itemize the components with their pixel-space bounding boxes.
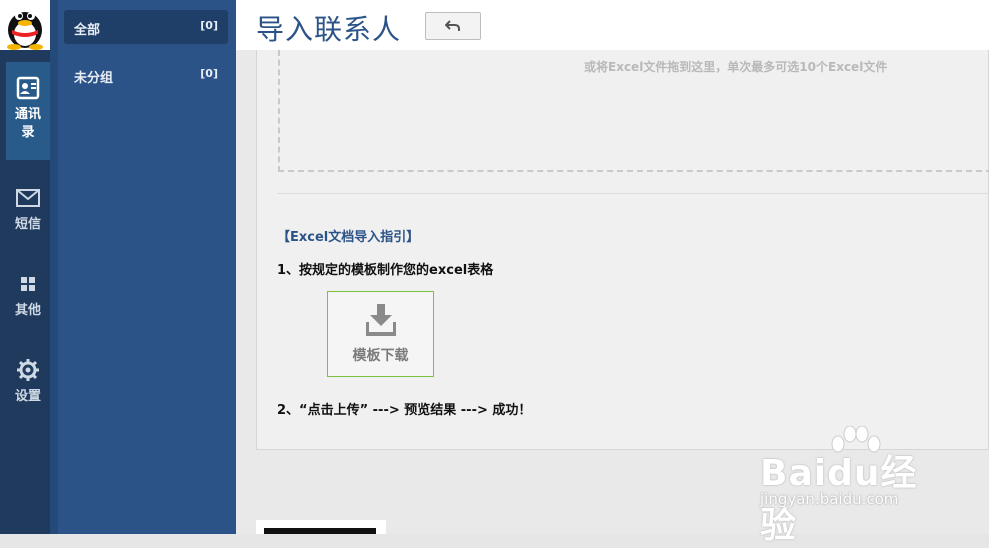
group-name: 未分组 bbox=[74, 71, 114, 86]
page-header: 导入联系人 bbox=[236, 0, 989, 50]
template-download-label: 模板下载 bbox=[352, 348, 409, 364]
nav-item-sms[interactable]: 短信 bbox=[6, 172, 50, 242]
group-item-ungrouped[interactable]: 未分组 [0] bbox=[64, 58, 228, 92]
qq-penguin-icon bbox=[7, 12, 43, 50]
file-dropzone[interactable]: 或将Excel文件拖到这里，单次最多可选10个Excel文件 bbox=[278, 50, 989, 172]
nav-item-contacts[interactable]: 通讯录 bbox=[6, 62, 50, 160]
nav-item-label: 设置 bbox=[14, 389, 41, 404]
fragment-bar bbox=[264, 528, 376, 534]
main-content: 导入联系人 或将Excel文件拖到这里，单次最多可选10个Excel文件 【Ex… bbox=[236, 0, 989, 546]
undo-icon bbox=[445, 20, 460, 31]
mail-icon bbox=[16, 189, 40, 207]
qq-avatar[interactable] bbox=[0, 0, 50, 50]
guide-title: 【Excel文档导入指引】 bbox=[277, 230, 420, 245]
nav-item-label: 其他 bbox=[14, 303, 41, 318]
guide-step-2: 2、“点击上传” ---> 预览结果 ---> 成功！ bbox=[277, 403, 532, 418]
template-download-button[interactable]: 模板下载 bbox=[327, 291, 434, 377]
app-window: 通讯录 短信 其他 设置 全部 [0] 未分组 [0] 导入联系人 或将Exce… bbox=[0, 0, 989, 546]
nav-rail: 通讯录 短信 其他 设置 bbox=[0, 0, 50, 534]
group-name: 全部 bbox=[74, 23, 101, 38]
baidu-watermark: Baidu经验 jingyan.baidu.com bbox=[760, 426, 940, 546]
back-button[interactable] bbox=[425, 12, 481, 40]
page-title: 导入联系人 bbox=[256, 13, 402, 46]
dropzone-hint: 或将Excel文件拖到这里，单次最多可选10个Excel文件 bbox=[584, 60, 888, 74]
divider bbox=[277, 193, 989, 194]
nav-item-settings[interactable]: 设置 bbox=[6, 344, 50, 414]
gear-icon bbox=[17, 359, 39, 381]
nav-item-label: 通讯录 bbox=[14, 107, 41, 140]
watermark-url: jingyan.baidu.com bbox=[760, 490, 899, 508]
group-count: [0] bbox=[200, 67, 218, 80]
contacts-icon bbox=[16, 76, 40, 100]
import-panel: 或将Excel文件拖到这里，单次最多可选10个Excel文件 【Excel文档导… bbox=[256, 50, 989, 450]
group-count: [0] bbox=[200, 19, 218, 32]
cropped-content-fragment bbox=[256, 520, 386, 534]
grid-icon bbox=[21, 277, 35, 291]
nav-item-label: 短信 bbox=[14, 217, 41, 232]
group-sidebar: 全部 [0] 未分组 [0] bbox=[50, 0, 236, 534]
group-item-all[interactable]: 全部 [0] bbox=[64, 10, 228, 44]
nav-item-other[interactable]: 其他 bbox=[6, 258, 50, 328]
guide-step-1: 1、按规定的模板制作您的excel表格 bbox=[277, 263, 494, 278]
download-icon bbox=[366, 304, 396, 336]
